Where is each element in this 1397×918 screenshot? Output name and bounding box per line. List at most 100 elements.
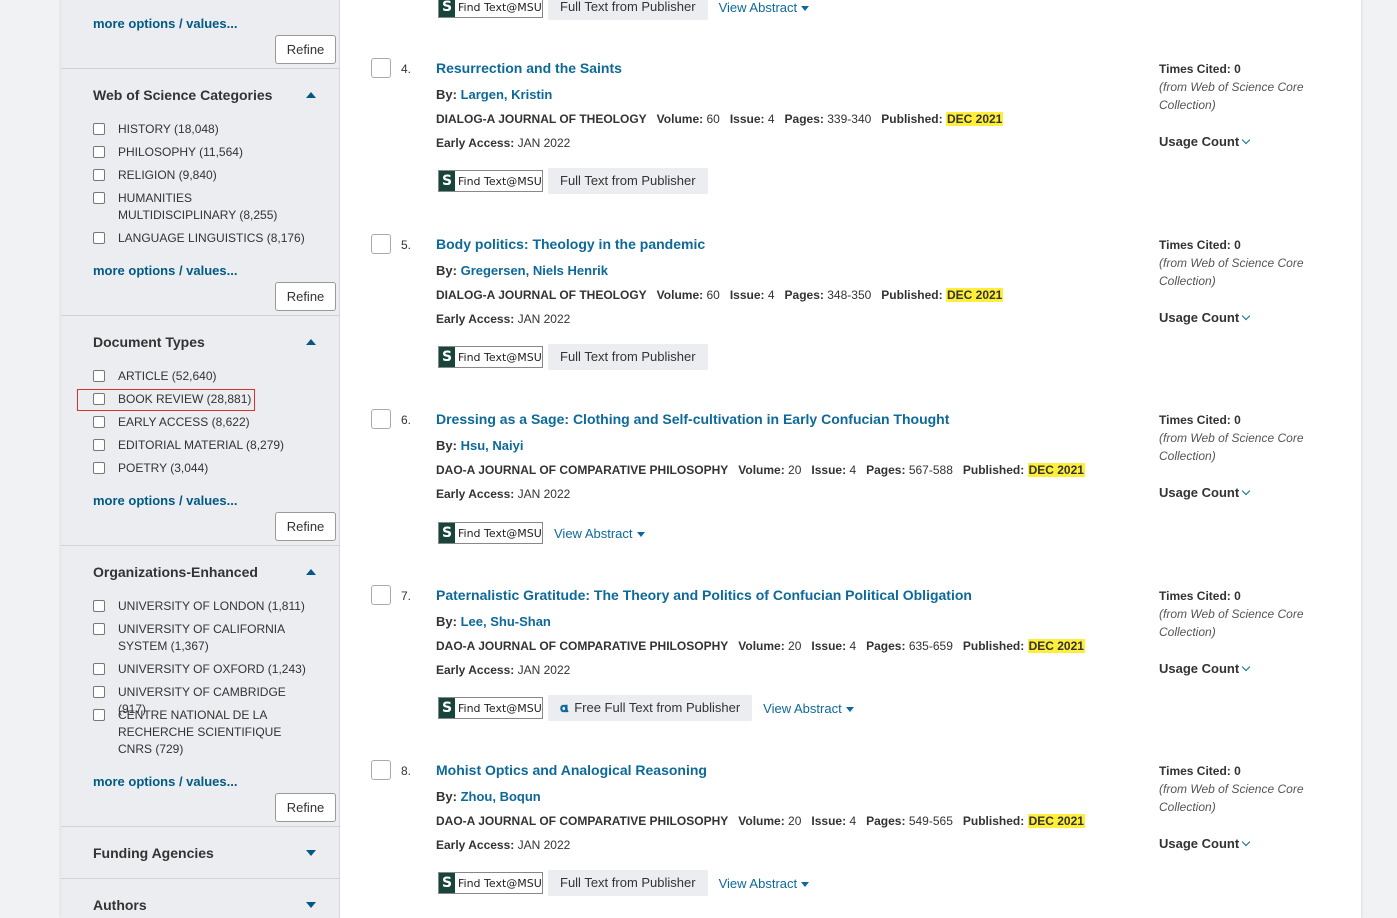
find-text-button[interactable]: S Find Text@MSU (438, 522, 543, 544)
collapse-caret-icon[interactable] (306, 339, 316, 345)
record-title-link[interactable]: Paternalistic Gratitude: The Theory and … (436, 587, 972, 603)
times-cited[interactable]: Times Cited: 0 (1159, 60, 1339, 78)
expand-caret-icon[interactable] (306, 850, 316, 856)
usage-count-toggle[interactable]: Usage Count (1159, 309, 1339, 327)
msu-logo-icon: S (439, 698, 455, 718)
record-number: 5. (401, 238, 412, 252)
view-abstract-link[interactable]: View Abstract (713, 0, 810, 15)
usage-count-toggle[interactable]: Usage Count (1159, 133, 1339, 151)
record-title-link[interactable]: Body politics: Theology in the pandemic (436, 236, 705, 252)
find-text-button[interactable]: S Find Text@MSU (438, 872, 543, 894)
full-text-button[interactable]: Full Text from Publisher (548, 0, 708, 20)
find-text-button[interactable]: S Find Text@MSU (438, 0, 543, 18)
refine-button[interactable]: Refine (275, 512, 336, 541)
filter-item[interactable]: UNIVERSITY OF OXFORD (1,243) (93, 661, 308, 678)
msu-logo-icon: S (439, 523, 455, 543)
more-options-link[interactable]: more options / values... (93, 16, 237, 31)
checkbox[interactable] (93, 416, 105, 428)
times-cited[interactable]: Times Cited: 0 (1159, 236, 1339, 254)
checkbox[interactable] (93, 663, 105, 675)
funding-agencies-section[interactable]: Funding Agencies (61, 827, 340, 879)
record-title-link[interactable]: Resurrection and the Saints (436, 60, 622, 76)
more-options-link[interactable]: more options / values... (93, 263, 237, 278)
refine-button[interactable]: Refine (275, 35, 336, 64)
times-cited[interactable]: Times Cited: 0 (1159, 587, 1339, 605)
document-types-section: Document Types ARTICLE (52,640) BOOK REV… (61, 316, 340, 546)
checkbox[interactable] (93, 439, 105, 451)
usage-count-toggle[interactable]: Usage Count (1159, 835, 1339, 853)
refine-button[interactable]: Refine (275, 793, 336, 822)
refine-sidebar: more options / values... Refine Web of S… (61, 0, 340, 918)
checkbox[interactable] (93, 462, 105, 474)
usage-count-toggle[interactable]: Usage Count (1159, 660, 1339, 678)
record-checkbox[interactable] (371, 760, 391, 780)
expand-caret-icon[interactable] (306, 902, 316, 908)
record-authors: By: Largen, Kristin (436, 87, 553, 102)
record-title-link[interactable]: Dressing as a Sage: Clothing and Self-cu… (436, 411, 949, 427)
author-link[interactable]: Largen, Kristin (461, 87, 553, 102)
filter-label: LANGUAGE LINGUISTICS (8,176) (118, 231, 305, 245)
checkbox[interactable] (93, 686, 105, 698)
record-checkbox[interactable] (371, 585, 391, 605)
filter-item[interactable]: POETRY (3,044) (93, 460, 308, 477)
full-text-button[interactable]: Full Text from Publisher (548, 344, 708, 370)
msu-logo-icon: S (439, 347, 455, 367)
full-text-button[interactable]: Full Text from Publisher (548, 870, 708, 896)
filter-item[interactable]: EARLY ACCESS (8,622) (93, 414, 308, 431)
filter-item[interactable]: UNIVERSITY OF CALIFORNIA SYSTEM (1,367) (93, 621, 308, 655)
full-text-button[interactable]: Full Text from Publisher (548, 168, 708, 194)
filter-item[interactable]: CENTRE NATIONAL DE LA RECHERCHE SCIENTIF… (93, 707, 288, 758)
find-text-button[interactable]: S Find Text@MSU (438, 346, 543, 368)
collapse-caret-icon[interactable] (306, 569, 316, 575)
filter-item[interactable]: HUMANITIES MULTIDISCIPLINARY (8,255) (93, 190, 308, 224)
section-title: Authors (93, 897, 147, 913)
checkbox[interactable] (93, 232, 105, 244)
author-link[interactable]: Gregersen, Niels Henrik (461, 263, 608, 278)
find-text-button[interactable]: S Find Text@MSU (438, 697, 543, 719)
view-abstract-link[interactable]: View Abstract (548, 526, 645, 541)
times-cited[interactable]: Times Cited: 0 (1159, 762, 1339, 780)
more-options-link[interactable]: more options / values... (93, 493, 237, 508)
filter-item[interactable]: LANGUAGE LINGUISTICS (8,176) (93, 230, 308, 247)
checkbox[interactable] (93, 600, 105, 612)
collapse-caret-icon[interactable] (306, 92, 316, 98)
authors-section[interactable]: Authors (61, 879, 340, 918)
filter-item[interactable]: HISTORY (18,048) (93, 121, 308, 138)
free-full-text-button[interactable]: 𝛂 Free Full Text from Publisher (548, 695, 753, 721)
checkbox[interactable] (93, 370, 105, 382)
find-text-button[interactable]: S Find Text@MSU (438, 170, 543, 192)
chevron-down-icon (1241, 662, 1251, 672)
record-title-link[interactable]: Mohist Optics and Analogical Reasoning (436, 762, 707, 778)
filter-item[interactable]: RELIGION (9,840) (93, 167, 308, 184)
filter-label: EARLY ACCESS (8,622) (118, 415, 250, 429)
checkbox[interactable] (93, 146, 105, 158)
result-links: S Find Text@MSU Full Text from Publisher … (438, 0, 810, 20)
refine-button[interactable]: Refine (275, 282, 336, 311)
record-checkbox[interactable] (371, 409, 391, 429)
record-checkbox[interactable] (371, 58, 391, 78)
checkbox[interactable] (93, 709, 105, 721)
citation-source: (from Web of Science Core Collection) (1159, 607, 1304, 639)
view-abstract-link[interactable]: View Abstract (713, 876, 810, 891)
checkbox[interactable] (93, 169, 105, 181)
citation-panel: Times Cited: 0 (from Web of Science Core… (1159, 762, 1339, 853)
citation-source: (from Web of Science Core Collection) (1159, 782, 1304, 814)
author-link[interactable]: Hsu, Naiyi (461, 438, 524, 453)
checkbox[interactable] (93, 123, 105, 135)
filter-item[interactable]: UNIVERSITY OF LONDON (1,811) (93, 598, 308, 615)
more-options-link[interactable]: more options / values... (93, 774, 237, 789)
record-source: DAO-A JOURNAL OF COMPARATIVE PHILOSOPHY V… (436, 639, 1085, 653)
view-abstract-link[interactable]: View Abstract (757, 701, 854, 716)
checkbox[interactable] (93, 192, 105, 204)
author-link[interactable]: Zhou, Boqun (461, 789, 541, 804)
filter-item[interactable]: PHILOSOPHY (11,564) (93, 144, 308, 161)
filter-item[interactable]: ARTICLE (52,640) (93, 368, 308, 385)
filter-item[interactable]: EDITORIAL MATERIAL (8,279) (93, 437, 308, 454)
times-cited[interactable]: Times Cited: 0 (1159, 411, 1339, 429)
author-link[interactable]: Lee, Shu-Shan (461, 614, 551, 629)
published-date: DEC 2021 (945, 288, 1004, 302)
citation-source: (from Web of Science Core Collection) (1159, 80, 1304, 112)
record-checkbox[interactable] (371, 234, 391, 254)
usage-count-toggle[interactable]: Usage Count (1159, 484, 1339, 502)
checkbox[interactable] (93, 623, 105, 635)
